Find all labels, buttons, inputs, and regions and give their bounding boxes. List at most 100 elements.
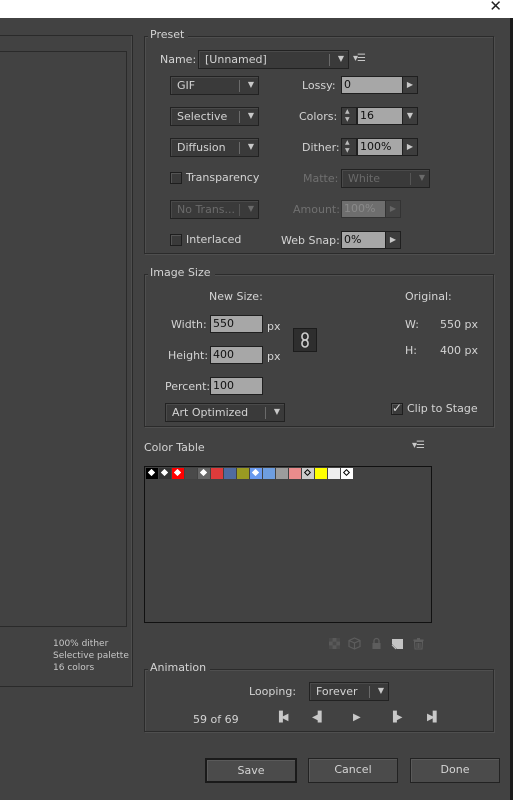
chevron-down-icon: ▼ [247,142,254,151]
title-bar: ✕ [0,0,513,18]
transparency-checkbox[interactable] [170,172,182,184]
width-label: Width: [171,318,207,331]
spin-up-icon[interactable]: ▲ [345,109,350,115]
color-swatch[interactable] [211,468,223,479]
cancel-button[interactable]: Cancel [308,758,398,783]
palette-dropdown[interactable]: Selective ▼ [170,107,259,126]
color-swatch[interactable] [172,468,184,479]
locked-color-marker-icon [342,468,351,477]
spin-down-icon[interactable]: ▼ [345,148,350,154]
new-color-icon[interactable] [391,637,404,650]
done-button[interactable]: Done [410,758,500,783]
color-swatch[interactable] [224,468,236,479]
trash-icon[interactable] [412,637,425,650]
colors-spinner[interactable]: ▲ ▼ [341,107,357,125]
transparency-label: Transparency [186,171,260,184]
name-label: Name: [160,53,197,66]
matte-label: Matte: [303,172,339,185]
lossy-label: Lossy: [302,79,336,92]
locked-color-marker-icon [147,468,156,477]
dither-type-dropdown[interactable]: Diffusion ▼ [170,138,259,157]
next-frame-icon[interactable]: ▐▶ [389,712,402,723]
preview-canvas [0,51,127,627]
looping-dropdown[interactable]: Forever ▼ [309,682,389,701]
preset-menu-icon[interactable]: ▾☰ [353,53,366,64]
chevron-down-icon: ▼ [247,204,254,213]
locked-color-marker-icon [303,468,312,477]
preset-name-value: [Unnamed] [205,53,267,66]
dropdown-separator [239,142,240,154]
close-icon[interactable]: ✕ [489,0,502,15]
dither-label: Dither: [302,141,340,154]
preview-info-palette: Selective palette [53,651,129,661]
dither-slider-button[interactable]: ▶ [402,138,418,156]
locked-color-marker-icon [173,468,182,477]
play-arrow-icon: ▶ [406,80,414,89]
palette-value: Selective [177,110,228,123]
animation-title: Animation [148,661,211,674]
color-swatch[interactable] [315,468,327,479]
chevron-down-icon: ▼ [273,407,280,416]
spin-down-icon[interactable]: ▼ [345,117,350,123]
width-input[interactable]: 550 [210,315,263,333]
chevron-down-icon: ▼ [377,686,384,695]
matte-dropdown: White ▼ [341,169,430,188]
color-swatch[interactable] [276,468,288,479]
locked-color-marker-icon [199,468,208,477]
dropdown-separator [239,204,240,216]
colors-label: Colors: [299,110,338,123]
clip-to-stage-checkbox[interactable] [391,401,403,415]
amount-label: Amount: [293,203,340,216]
prev-frame-icon[interactable]: ◀▌ [312,712,325,723]
dither-spinner[interactable]: ▲ ▼ [341,138,357,156]
play-icon[interactable]: ▶ [353,712,361,723]
constrain-proportions-button[interactable] [293,328,317,352]
color-swatch[interactable] [328,468,340,479]
dither-input[interactable]: 100% [357,138,403,156]
orig-w-label: W: [405,318,419,331]
color-swatch[interactable] [237,468,249,479]
preset-title: Preset [148,28,189,41]
color-swatch[interactable] [198,468,210,479]
color-swatch[interactable] [146,468,158,479]
looping-label: Looping: [249,685,297,698]
dropdown-separator [239,111,240,123]
dropdown-separator [239,80,240,92]
websnap-input[interactable]: 0% [341,231,386,249]
lossy-input[interactable]: 0 [341,76,403,94]
spin-up-icon[interactable]: ▲ [345,140,350,146]
save-button[interactable]: Save [205,758,297,783]
colors-input[interactable]: 16 [357,107,403,125]
chevron-down-icon: ▼ [418,173,425,182]
height-label: Height: [168,349,209,362]
dropdown-separator [329,54,330,66]
locked-color-marker-icon [160,468,169,477]
height-input[interactable]: 400 [210,346,263,364]
color-swatch[interactable] [302,468,314,479]
web-snap-cube-icon[interactable] [348,637,361,650]
colors-dropdown-button[interactable]: ▼ [402,107,418,125]
locked-color-marker-icon [251,468,260,477]
first-frame-icon[interactable]: ▐◀ [275,712,288,723]
transparent-color-icon[interactable] [328,637,341,650]
orig-h-value: 400 px [440,344,478,357]
lossy-slider-button[interactable]: ▶ [402,76,418,94]
percent-input[interactable]: 100 [210,377,263,395]
color-swatch[interactable] [159,468,171,479]
lock-icon[interactable] [370,637,383,650]
websnap-slider-button[interactable]: ▶ [385,231,401,249]
interlaced-checkbox[interactable] [170,234,182,246]
height-unit: px [267,350,281,363]
matte-value: White [348,172,380,185]
color-swatch[interactable] [341,468,353,479]
last-frame-icon[interactable]: ▶▌ [427,712,440,723]
color-swatch[interactable] [250,468,262,479]
color-swatch[interactable] [185,468,197,479]
color-table-menu-icon[interactable]: ▾☰ [412,440,425,451]
quality-dropdown[interactable]: Art Optimized ▼ [165,403,285,422]
color-swatch[interactable] [289,468,301,479]
color-swatch[interactable] [263,468,275,479]
format-dropdown[interactable]: GIF ▼ [170,76,259,95]
chevron-down-icon: ▼ [337,54,344,63]
preset-name-dropdown[interactable]: [Unnamed] ▼ [198,50,349,69]
